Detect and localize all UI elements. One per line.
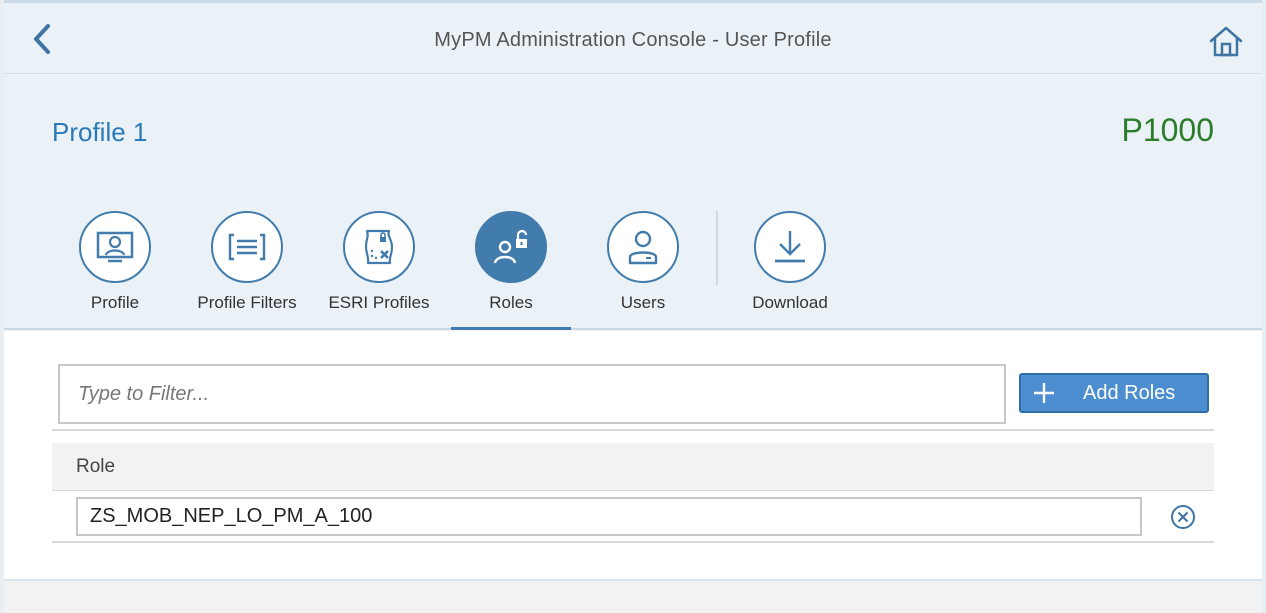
footer-bar (4, 579, 1262, 613)
role-field[interactable] (76, 497, 1142, 536)
circle-close-icon (1171, 505, 1195, 529)
tab-profile-filters-circle (211, 211, 283, 283)
profile-title: Profile 1 (52, 117, 148, 147)
tab-profile-circle (79, 211, 151, 283)
delete-row-button[interactable] (1170, 504, 1196, 530)
tab-esri-profiles[interactable]: ESRI Profiles (319, 211, 439, 330)
shell-header: MyPM Administration Console - User Profi… (4, 3, 1262, 74)
roles-panel: Add Roles Role (4, 331, 1262, 579)
profile-display-icon (96, 231, 134, 263)
filter-list-icon (228, 233, 266, 261)
tab-profile[interactable]: Profile (55, 211, 175, 330)
object-header: Profile 1 P1000 Profile Profile Filters … (4, 75, 1262, 330)
table-row (52, 491, 1214, 543)
home-icon (1209, 26, 1243, 57)
tab-roles[interactable]: Roles (451, 211, 571, 330)
filter-input[interactable] (58, 364, 1006, 424)
profile-number: P1000 (1121, 112, 1214, 148)
tab-users-circle (607, 211, 679, 283)
window-left-border (0, 0, 4, 613)
tab-download-circle (754, 211, 826, 283)
tab-download[interactable]: Download (730, 211, 850, 330)
window-top-border (0, 0, 1266, 3)
role-lock-icon (493, 229, 528, 264)
active-tab-indicator (451, 327, 571, 330)
app-title: MyPM Administration Console - User Profi… (434, 29, 832, 51)
tab-profile-filters[interactable]: Profile Filters (187, 211, 307, 330)
tab-label: Download (752, 293, 828, 312)
toolbar-divider (52, 429, 1214, 431)
window-right-border (1262, 0, 1266, 613)
home-button[interactable] (1207, 23, 1245, 59)
add-roles-label: Add Roles (1083, 381, 1176, 404)
tab-roles-circle (475, 211, 547, 283)
tab-label: Users (620, 293, 666, 312)
column-header-role: Role (76, 455, 116, 477)
app: MyPM Administration Console - User Profi… (4, 0, 1262, 613)
user-icon (628, 230, 658, 265)
tab-separator (716, 211, 718, 285)
table-header: Role (52, 443, 1214, 491)
map-delete-icon (364, 229, 394, 265)
add-roles-button[interactable]: Add Roles (1019, 373, 1209, 413)
download-icon (775, 231, 805, 263)
icon-tab-bar: Profile Profile Filters ESRI Profiles Ro… (4, 211, 1262, 330)
add-icon (1021, 375, 1067, 411)
roles-table: Role (52, 443, 1214, 543)
tab-users[interactable]: Users (583, 211, 703, 330)
tab-esri-profiles-circle (343, 211, 415, 283)
